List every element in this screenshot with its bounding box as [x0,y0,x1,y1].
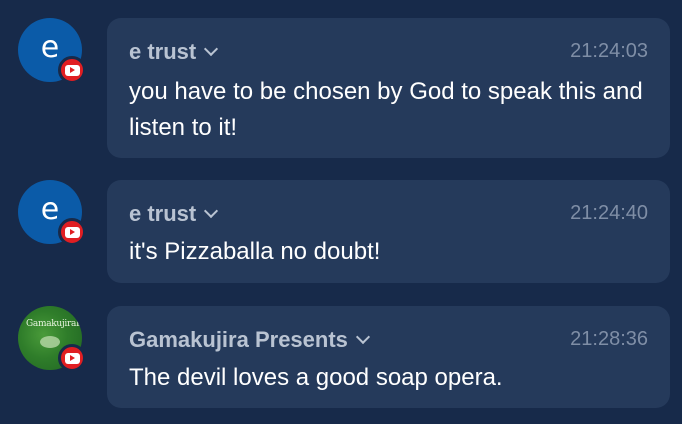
message-header: Gamakujira Presents 21:28:36 [129,306,648,352]
message-bubble: e trust 21:24:40 it's Pizzaballa no doub… [107,180,670,283]
message-timestamp: 21:28:36 [570,328,648,350]
author-name[interactable]: e trust [129,39,219,65]
avatar-letter: e [40,30,60,65]
avatar-letter: e [40,192,60,227]
chevron-down-icon[interactable] [204,41,219,57]
chevron-down-icon[interactable] [355,329,370,345]
youtube-icon [58,218,86,246]
message-text: The devil loves a good soap opera. [129,364,503,391]
message-timestamp: 21:24:40 [570,202,648,224]
author-name[interactable]: e trust [129,201,219,227]
avatar[interactable]: e [18,180,86,246]
message-bubble: Gamakujira Presents 21:28:36 The devil l… [107,306,670,408]
message-timestamp: 21:24:03 [570,40,648,62]
avatar-caption: GamakujiraPresents [26,319,82,329]
author-label: e trust [129,39,197,64]
avatar[interactable]: e [18,18,86,84]
author-label: e trust [129,201,197,226]
message-header: e trust 21:24:40 [129,180,648,226]
youtube-icon [58,344,86,372]
author-name[interactable]: Gamakujira Presents [129,327,370,353]
author-label: Gamakujira Presents [129,327,348,352]
avatar[interactable]: GamakujiraPresents [18,306,86,372]
message-text: you have to be chosen by God to speak th… [129,78,643,141]
message-bubble: e trust 21:24:03 you have to be chosen b… [107,18,670,158]
message-header: e trust 21:24:03 [129,18,648,64]
chevron-down-icon[interactable] [204,203,219,219]
chat-feed: e e trust 21:24:03 you have to be chosen… [0,0,682,424]
message-text: it's Pizzaballa no doubt! [129,238,381,265]
youtube-icon [58,56,86,84]
